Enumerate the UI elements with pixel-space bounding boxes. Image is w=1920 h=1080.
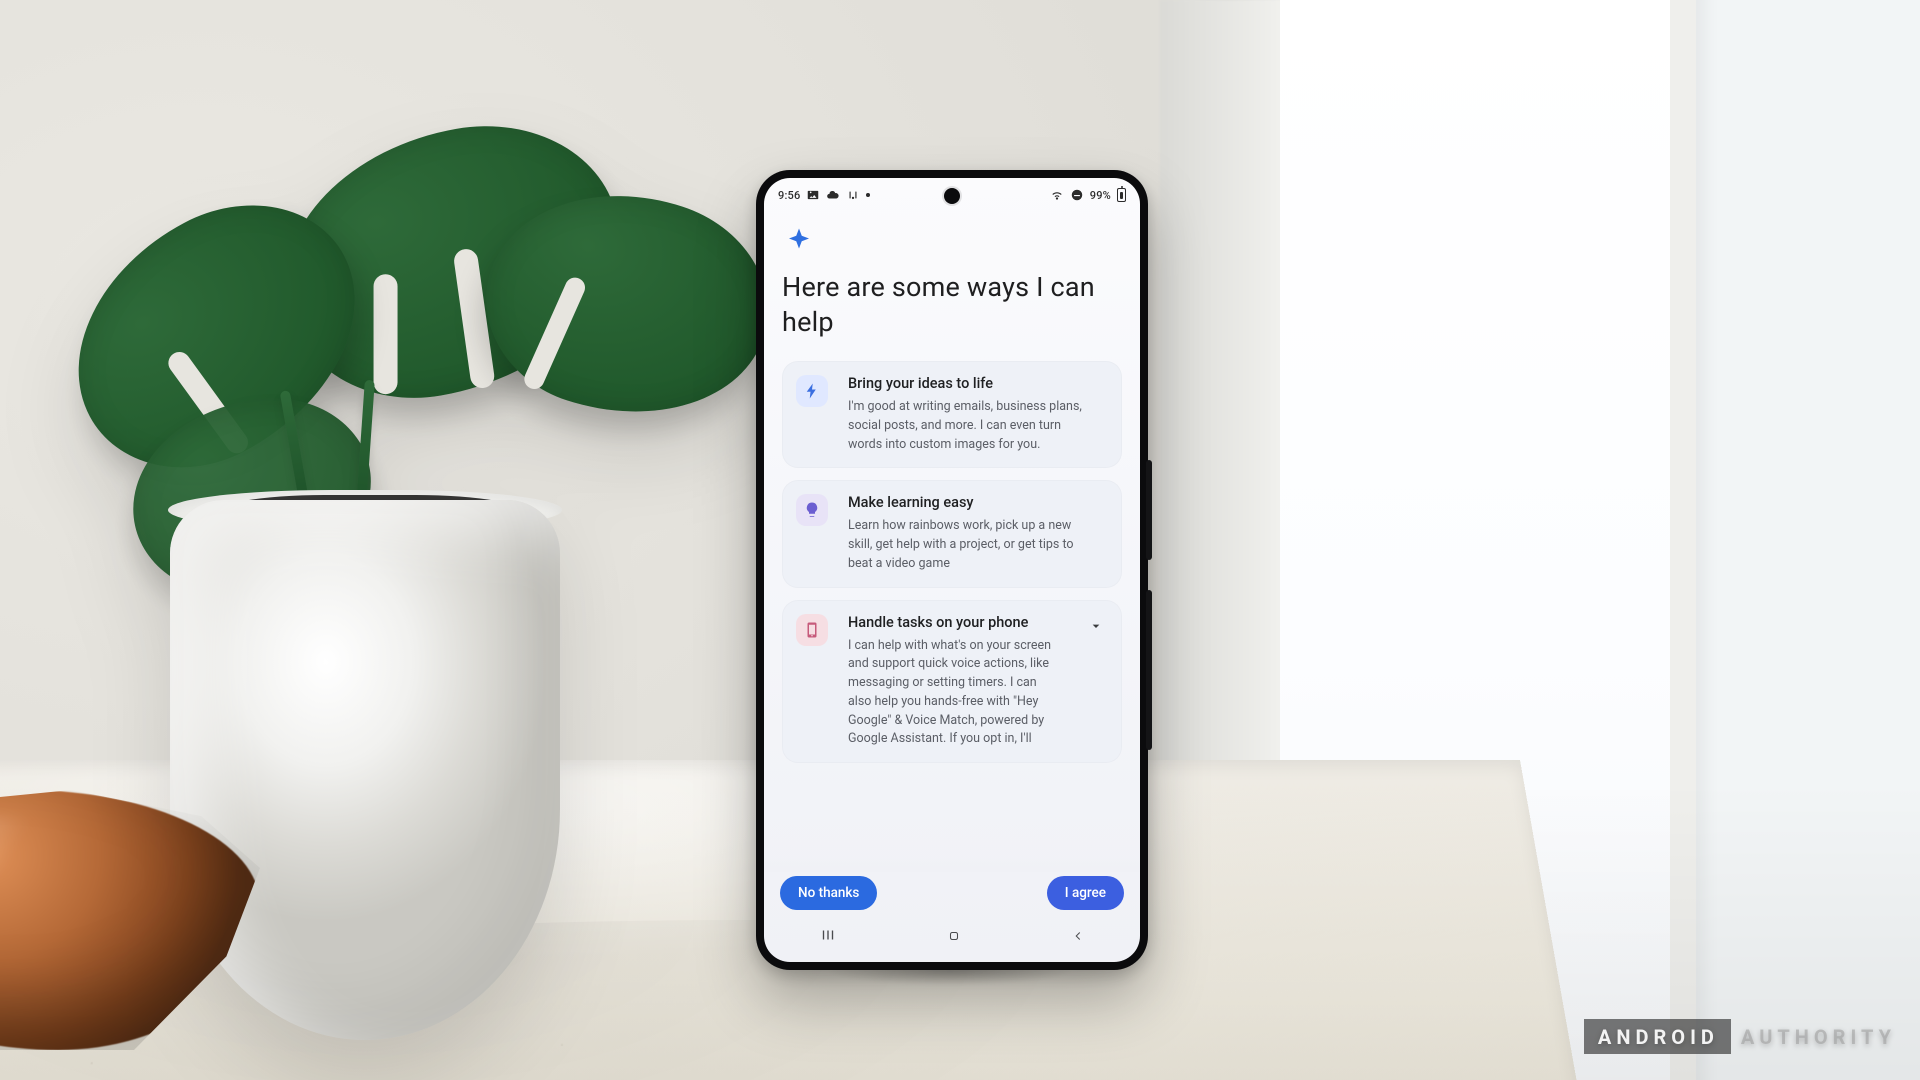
card-bring-ideas[interactable]: Bring your ideas to life I'm good at wri… <box>782 361 1122 468</box>
card-handle-tasks[interactable]: Handle tasks on your phone I can help wi… <box>782 600 1122 764</box>
page-headline: Here are some ways I can help <box>782 270 1122 339</box>
image-icon <box>806 188 820 202</box>
status-right: 99% <box>1050 188 1126 202</box>
card-title: Bring your ideas to life <box>848 375 1096 392</box>
battery-icon <box>1117 188 1126 202</box>
status-bar: 9:56 <box>764 184 1140 206</box>
phone-button <box>1146 590 1152 750</box>
action-bar: No thanks I agree <box>764 870 1140 916</box>
recents-button[interactable] <box>819 926 837 948</box>
potted-plant <box>80 200 600 880</box>
watermark-text-b: AUTHORITY <box>1741 1025 1896 1049</box>
i-agree-button[interactable]: I agree <box>1047 876 1124 910</box>
card-desc: Learn how rainbows work, pick up a new s… <box>848 517 1096 573</box>
system-nav-bar <box>764 920 1140 954</box>
battery-text: 99% <box>1090 189 1111 202</box>
photo-scene: 9:56 <box>0 0 1920 1080</box>
bulb-icon <box>796 494 828 526</box>
pot-body <box>170 500 560 1040</box>
watermark-text-a: ANDROID <box>1584 1019 1731 1054</box>
wifi-icon <box>1050 188 1064 202</box>
phone-screen: 9:56 <box>764 178 1140 962</box>
card-make-learning-easy[interactable]: Make learning easy Learn how rainbows wo… <box>782 480 1122 587</box>
more-notifications-dot <box>866 193 870 197</box>
phone-icon <box>796 614 828 646</box>
back-button[interactable] <box>1071 928 1085 947</box>
cloud-icon <box>826 188 840 202</box>
dnd-icon <box>1070 188 1084 202</box>
no-thanks-button[interactable]: No thanks <box>780 876 877 910</box>
chevron-down-icon[interactable] <box>1088 618 1108 638</box>
card-desc: I can help with what's on your screen an… <box>848 637 1058 750</box>
status-time: 9:56 <box>778 189 800 202</box>
phone-button <box>1146 460 1152 560</box>
watermark: ANDROID AUTHORITY <box>1584 1019 1896 1054</box>
card-title: Make learning easy <box>848 494 1096 511</box>
phone-frame: 9:56 <box>756 170 1148 970</box>
bolt-icon <box>796 375 828 407</box>
card-desc: I'm good at writing emails, business pla… <box>848 398 1096 454</box>
home-button[interactable] <box>947 928 961 947</box>
status-left: 9:56 <box>778 188 870 202</box>
sparkle-icon <box>784 226 814 256</box>
card-list: Bring your ideas to life I'm good at wri… <box>782 361 1122 763</box>
hotspot-icon <box>846 188 860 202</box>
card-title: Handle tasks on your phone <box>848 614 1058 631</box>
screen-content: Here are some ways I can help Bring your… <box>764 212 1140 870</box>
